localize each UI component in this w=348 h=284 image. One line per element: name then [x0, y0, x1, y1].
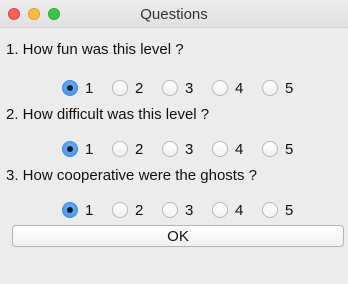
question-2-option-5[interactable]: 5	[262, 138, 312, 160]
option-label: 4	[235, 79, 244, 97]
option-label: 2	[135, 201, 144, 219]
option-label: 5	[285, 140, 294, 158]
question-1-option-2[interactable]: 2	[112, 77, 162, 99]
option-label: 3	[185, 140, 194, 158]
question-1-option-1[interactable]: 1	[62, 77, 112, 99]
option-label: 2	[135, 140, 144, 158]
question-3-option-1[interactable]: 1	[62, 199, 112, 221]
question-2-option-2[interactable]: 2	[112, 138, 162, 160]
question-1-radio-group: 1 2 3 4 5	[62, 77, 312, 99]
radio-unselected-icon[interactable]	[212, 202, 228, 218]
questions-dialog: Questions 1. How fun was this level ? 1 …	[0, 0, 348, 284]
question-1-label: 1. How fun was this level ?	[6, 41, 184, 58]
radio-unselected-icon[interactable]	[212, 80, 228, 96]
question-3-option-4[interactable]: 4	[212, 199, 262, 221]
radio-selected-icon[interactable]	[62, 80, 78, 96]
radio-unselected-icon[interactable]	[112, 141, 128, 157]
option-label: 3	[185, 79, 194, 97]
option-label: 3	[185, 201, 194, 219]
option-label: 2	[135, 79, 144, 97]
ok-button[interactable]: OK	[12, 225, 344, 247]
radio-unselected-icon[interactable]	[162, 202, 178, 218]
question-3-option-5[interactable]: 5	[262, 199, 312, 221]
option-label: 5	[285, 79, 294, 97]
option-label: 1	[85, 79, 94, 97]
radio-selected-icon[interactable]	[62, 202, 78, 218]
title-bar[interactable]: Questions	[0, 0, 348, 28]
radio-unselected-icon[interactable]	[112, 202, 128, 218]
radio-unselected-icon[interactable]	[112, 80, 128, 96]
option-label: 5	[285, 201, 294, 219]
radio-unselected-icon[interactable]	[262, 141, 278, 157]
window-title: Questions	[140, 6, 208, 23]
question-1-option-4[interactable]: 4	[212, 77, 262, 99]
question-3-label: 3. How cooperative were the ghosts ?	[6, 167, 257, 184]
question-2-option-1[interactable]: 1	[62, 138, 112, 160]
question-1-option-3[interactable]: 3	[162, 77, 212, 99]
radio-unselected-icon[interactable]	[162, 141, 178, 157]
radio-unselected-icon[interactable]	[262, 202, 278, 218]
question-3-radio-group: 1 2 3 4 5	[62, 199, 312, 221]
option-label: 1	[85, 201, 94, 219]
option-label: 4	[235, 140, 244, 158]
radio-unselected-icon[interactable]	[262, 80, 278, 96]
question-1-option-5[interactable]: 5	[262, 77, 312, 99]
question-2-option-3[interactable]: 3	[162, 138, 212, 160]
question-2-radio-group: 1 2 3 4 5	[62, 138, 312, 160]
radio-selected-icon[interactable]	[62, 141, 78, 157]
option-label: 4	[235, 201, 244, 219]
radio-unselected-icon[interactable]	[162, 80, 178, 96]
radio-unselected-icon[interactable]	[212, 141, 228, 157]
question-3-option-3[interactable]: 3	[162, 199, 212, 221]
question-2-label: 2. How difficult was this level ?	[6, 106, 210, 123]
question-2-option-4[interactable]: 4	[212, 138, 262, 160]
question-3-option-2[interactable]: 2	[112, 199, 162, 221]
option-label: 1	[85, 140, 94, 158]
